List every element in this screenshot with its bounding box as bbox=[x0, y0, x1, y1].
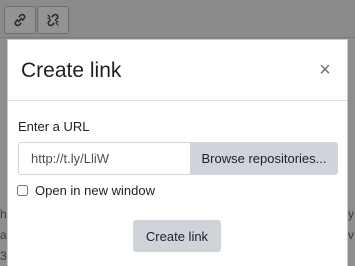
open-in-new-window-checkbox[interactable] bbox=[17, 185, 28, 196]
url-input-group: Browse repositories... bbox=[18, 142, 338, 175]
link-tool-button[interactable] bbox=[4, 6, 36, 34]
background-text-fragment: v bbox=[348, 228, 354, 242]
background-text-fragment: a bbox=[0, 228, 7, 242]
open-in-new-window-option[interactable]: Open in new window bbox=[17, 183, 155, 198]
create-link-dialog: Create link × Enter a URL Browse reposit… bbox=[7, 39, 348, 266]
url-input[interactable] bbox=[18, 142, 190, 175]
background-text-fragment: y bbox=[348, 207, 354, 221]
link-icon bbox=[14, 13, 26, 27]
dialog-header: Create link × bbox=[8, 40, 347, 101]
dialog-title: Create link bbox=[21, 59, 122, 82]
editor-toolbar bbox=[0, 0, 355, 38]
create-link-button[interactable]: Create link bbox=[133, 220, 221, 252]
unlink-icon bbox=[47, 13, 59, 27]
background-text-fragment: 3 bbox=[0, 249, 7, 263]
browse-repositories-button[interactable]: Browse repositories... bbox=[190, 142, 338, 175]
close-icon[interactable]: × bbox=[317, 60, 333, 80]
background-text-fragment: h bbox=[0, 207, 7, 221]
unlink-tool-button[interactable] bbox=[37, 6, 69, 34]
url-label: Enter a URL bbox=[18, 119, 90, 134]
open-in-new-window-label: Open in new window bbox=[35, 183, 155, 198]
